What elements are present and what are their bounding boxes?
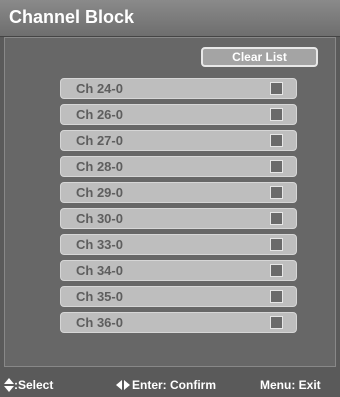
channel-label: Ch 33-0 xyxy=(76,237,123,252)
channel-row[interactable]: Ch 30-0 xyxy=(60,208,297,229)
channel-row[interactable]: Ch 26-0 xyxy=(60,104,297,125)
block-checkbox[interactable] xyxy=(270,264,283,277)
channel-label: Ch 35-0 xyxy=(76,289,123,304)
block-checkbox[interactable] xyxy=(270,316,283,329)
block-checkbox[interactable] xyxy=(270,108,283,121)
block-checkbox[interactable] xyxy=(270,212,283,225)
channel-label: Ch 29-0 xyxy=(76,185,123,200)
block-checkbox[interactable] xyxy=(270,290,283,303)
title-bar: Channel Block xyxy=(0,0,340,37)
channel-label: Ch 24-0 xyxy=(76,81,123,96)
channel-row[interactable]: Ch 33-0 xyxy=(60,234,297,255)
footer-exit-label: Menu: Exit xyxy=(260,378,321,392)
footer-select-hint: :Select xyxy=(4,378,53,392)
clear-list-button[interactable]: Clear List xyxy=(201,47,318,67)
block-checkbox[interactable] xyxy=(270,238,283,251)
channel-list: Ch 24-0 Ch 26-0 Ch 27-0 Ch 28-0 Ch 29-0 … xyxy=(60,78,297,338)
block-checkbox[interactable] xyxy=(270,186,283,199)
footer-confirm-label: Enter: Confirm xyxy=(132,378,216,392)
channel-row[interactable]: Ch 36-0 xyxy=(60,312,297,333)
channel-label: Ch 30-0 xyxy=(76,211,123,226)
channel-label: Ch 28-0 xyxy=(76,159,123,174)
block-checkbox[interactable] xyxy=(270,134,283,147)
channel-label: Ch 26-0 xyxy=(76,107,123,122)
channel-row[interactable]: Ch 27-0 xyxy=(60,130,297,151)
channel-label: Ch 27-0 xyxy=(76,133,123,148)
channel-block-osd: Channel Block Clear List Ch 24-0 Ch 26-0… xyxy=(0,0,340,397)
up-down-arrows-icon xyxy=(4,378,14,392)
channel-label: Ch 36-0 xyxy=(76,315,123,330)
footer-help-bar: :Select Enter: Confirm Menu: Exit xyxy=(0,367,340,397)
block-checkbox[interactable] xyxy=(270,160,283,173)
channel-row[interactable]: Ch 35-0 xyxy=(60,286,297,307)
channel-row[interactable]: Ch 28-0 xyxy=(60,156,297,177)
page-title: Channel Block xyxy=(9,7,135,27)
footer-confirm-hint: Enter: Confirm xyxy=(116,378,216,392)
block-checkbox[interactable] xyxy=(270,82,283,95)
channel-row[interactable]: Ch 34-0 xyxy=(60,260,297,281)
left-right-arrows-icon xyxy=(116,380,130,390)
footer-select-label: :Select xyxy=(14,378,54,392)
channel-label: Ch 34-0 xyxy=(76,263,123,278)
channel-row[interactable]: Ch 24-0 xyxy=(60,78,297,99)
channel-row[interactable]: Ch 29-0 xyxy=(60,182,297,203)
